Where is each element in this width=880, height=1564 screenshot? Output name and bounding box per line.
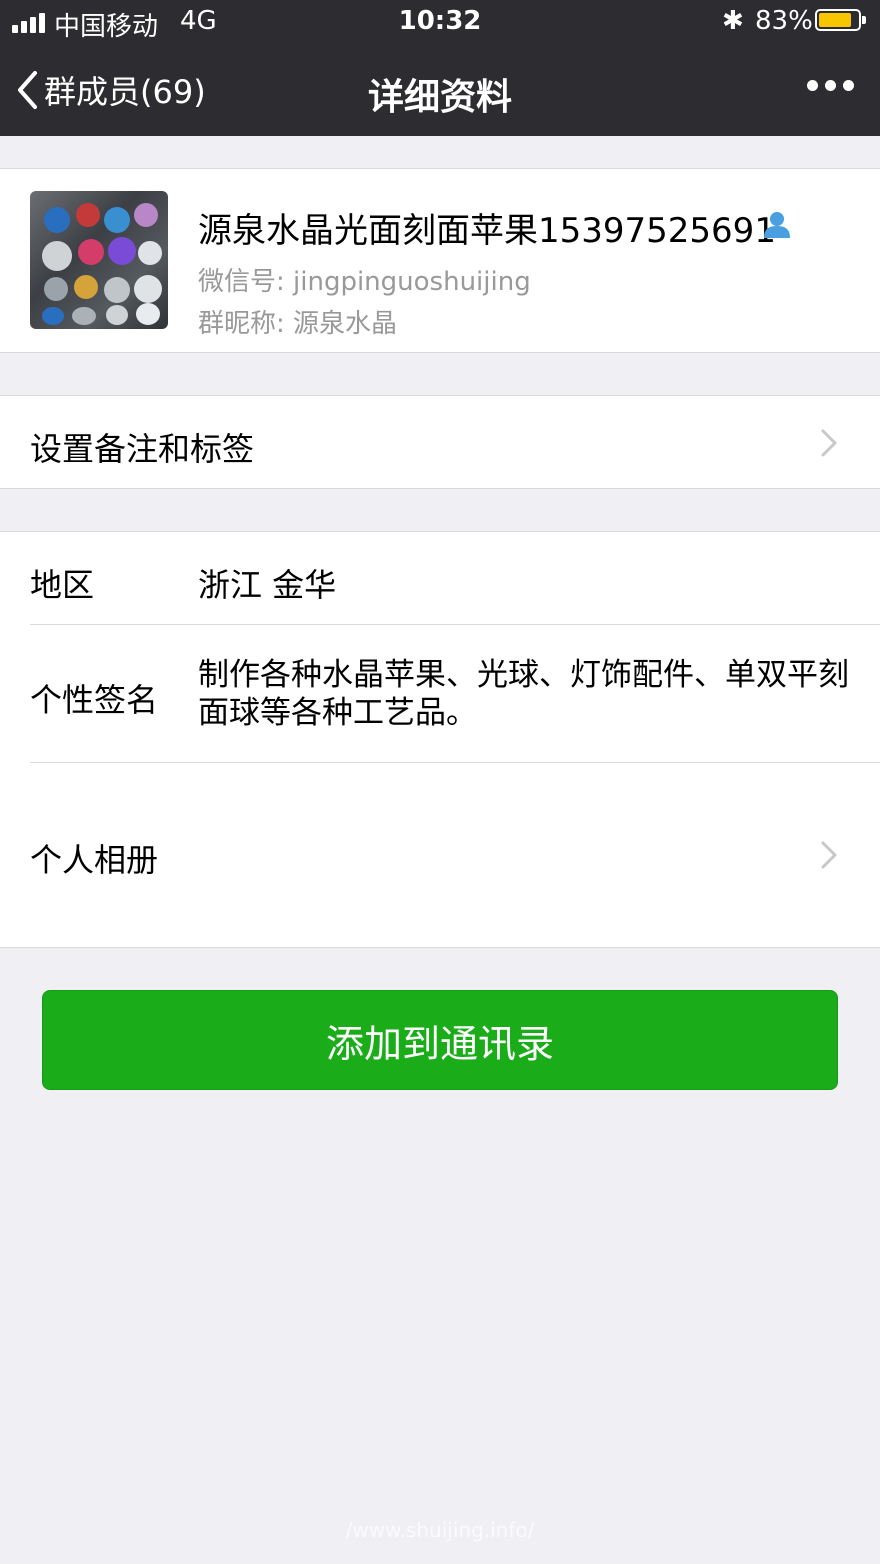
set-remark-label: 设置备注和标签: [30, 430, 255, 468]
watermark-text: /www.shuijing.info/: [345, 1518, 535, 1542]
clock: 10:32: [398, 6, 482, 36]
wechat-id: 微信号: jingpinguoshuijing: [198, 267, 531, 297]
divider: [30, 624, 880, 625]
battery-percent: 83%: [755, 6, 813, 36]
region-value: 浙江 金华: [198, 566, 337, 604]
page-title: 详细资料: [367, 77, 512, 118]
navigation-bar: 群成员(69) 详细资料: [0, 44, 880, 136]
signature-value: 制作各种水晶苹果、光球、灯饰配件、单双平刻面球等各种工艺品。: [198, 657, 849, 731]
set-remark-row[interactable]: 设置备注和标签: [0, 395, 880, 489]
info-section: 地区 浙江 金华 个性签名 制作各种水晶苹果、光球、灯饰配件、单双平刻面球等各种…: [0, 531, 880, 948]
chevron-right-icon: [821, 429, 837, 457]
avatar[interactable]: [30, 191, 168, 329]
bluetooth-icon: ✱: [722, 6, 744, 36]
battery-fill: [819, 13, 851, 27]
status-bar: 中国移动 4G 10:32 ✱ 83%: [0, 0, 880, 44]
group-nickname: 群昵称: 源泉水晶: [198, 309, 398, 339]
more-dots-icon[interactable]: [807, 80, 854, 91]
add-to-contacts-button[interactable]: 添加到通讯录: [42, 990, 838, 1090]
chevron-right-icon: [821, 841, 837, 869]
personal-album-row[interactable]: 个人相册: [0, 763, 880, 947]
region-label: 地区: [30, 566, 95, 604]
profile-card: 源泉水晶光面刻面苹果15397525691 微信号: jingpinguoshu…: [0, 168, 880, 353]
contact-person-icon: [764, 212, 790, 238]
battery-icon: [815, 9, 866, 31]
profile-name: 源泉水晶光面刻面苹果15397525691: [198, 211, 776, 251]
signature-label: 个性签名: [30, 681, 159, 719]
personal-album-label: 个人相册: [30, 841, 159, 879]
